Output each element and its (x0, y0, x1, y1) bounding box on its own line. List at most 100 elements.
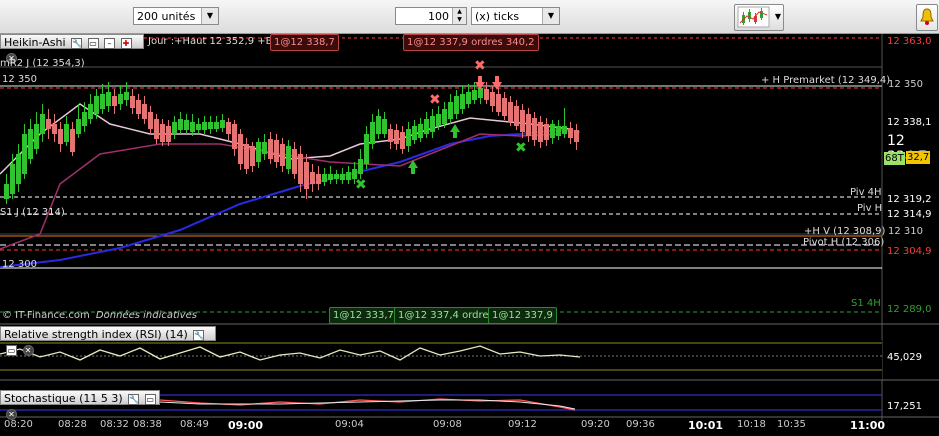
chevron-down-icon[interactable]: ▼ (775, 12, 781, 21)
support-price-tag: 12 304,9 (887, 246, 932, 257)
candle-body (466, 92, 471, 104)
indicator-label: mR2 J (12 354,3) (0, 58, 85, 69)
piv-4h-label: Piv 4H (850, 187, 882, 198)
rsi-panel-header: Relative strength index (RSI) (14) 🔧 ▭ ✕ (0, 326, 216, 356)
candle-body (460, 94, 465, 109)
candle-body (178, 119, 183, 130)
rsi-value: 45,029 (887, 352, 922, 363)
candle-body (298, 154, 303, 184)
panel-title: Heikin-Ashi (4, 36, 66, 49)
candle-body (112, 96, 117, 106)
maximize-icon[interactable]: ▭ (6, 344, 17, 356)
piv-4h-price-tag: 12 319,2 (887, 194, 932, 205)
buy-arrow-icon (450, 124, 460, 138)
candle-body (454, 96, 459, 114)
time-tick: 08:20 (4, 419, 33, 430)
candle-body (520, 110, 525, 132)
ticks-count-badge: 68T (884, 152, 905, 165)
candle-body (4, 184, 9, 199)
tick-mode-select[interactable]: (x) ticks ▼ (471, 7, 560, 25)
time-tick: 08:38 (133, 419, 162, 430)
time-tick: 08:32 (100, 419, 129, 430)
candle-body (442, 109, 447, 124)
candle-body (70, 129, 75, 152)
maximize-icon[interactable]: ▭ (87, 37, 99, 49)
piv-h-label: Piv H (857, 203, 883, 214)
time-tick: 09:04 (335, 419, 364, 430)
candle-body (346, 172, 351, 180)
candle-body (322, 174, 327, 182)
candle-body (142, 104, 147, 119)
price-tick: 12 350 (888, 79, 923, 90)
candle-body (184, 120, 189, 130)
candle-body (88, 104, 93, 119)
chevron-down-icon[interactable]: ▼ (201, 8, 218, 24)
alert-button[interactable] (916, 4, 938, 31)
premarket-label: + H Premarket (12 349,4) (761, 75, 891, 86)
toolbar: 200 unités ▼ 100 ▲ ▼ (x) ticks ▼ ▼ (0, 0, 939, 34)
candle-body (562, 126, 567, 134)
candle-body (394, 130, 399, 144)
time-tick: 09:12 (508, 419, 537, 430)
candle-body (226, 122, 231, 134)
candle-body (478, 88, 483, 98)
candle-body (244, 144, 249, 169)
sell-order-tag[interactable]: 1@12 337,9 ordres 340,2 (403, 34, 539, 51)
candle-body (34, 124, 39, 149)
candle-body (328, 174, 333, 180)
candle-body (406, 129, 411, 146)
candle-body (190, 122, 195, 132)
buy-signal-icon: ✖ (515, 140, 527, 156)
units-select-value: 200 unités (137, 10, 196, 23)
sell-order-tag[interactable]: 1@12 338,7 (270, 34, 339, 51)
maximize-icon[interactable]: ▭ (144, 393, 156, 405)
candle-body (574, 130, 579, 142)
stoch-d-line (159, 399, 576, 410)
buy-order-tag[interactable]: 1@12 337,4 ordres (394, 307, 498, 324)
candle-body (214, 122, 219, 129)
candle-body (160, 124, 165, 142)
candle-body (262, 142, 267, 154)
candle-body (118, 94, 123, 104)
minimize-icon[interactable]: – (104, 37, 116, 49)
candle-body (208, 122, 213, 129)
candle-body (436, 114, 441, 126)
candle-body (58, 129, 63, 144)
quantity-stepper[interactable]: 100 ▲ ▼ (395, 7, 467, 25)
candle-body (76, 119, 81, 134)
wrench-icon[interactable]: 🔧 (193, 329, 205, 341)
rsi-title: Relative strength index (RSI) (14) (4, 328, 188, 341)
chart-area[interactable]: ✖ ✖ ✖ ✖ Heikin-Ashi 🔧 ▭ – ✚ ✕ Jour :+Hau… (0, 34, 939, 436)
candle-body (40, 114, 45, 134)
wrench-icon[interactable]: 🔧 (71, 37, 83, 49)
main-chart-canvas[interactable]: ✖ ✖ ✖ ✖ (0, 34, 939, 436)
wrench-icon[interactable]: 🔧 (128, 393, 140, 405)
candle-body (52, 124, 57, 134)
candle-body (256, 142, 261, 162)
close-icon[interactable]: ✕ (6, 408, 17, 420)
candle-body (388, 129, 393, 142)
candle-body (82, 112, 87, 126)
candle-body (490, 92, 495, 106)
candle-body (292, 149, 297, 174)
candle-body (448, 102, 453, 119)
chevron-down-icon[interactable]: ▼ (542, 8, 559, 24)
price-tick: 12 310 (888, 226, 923, 237)
candle-body (382, 119, 387, 134)
quantity-value: 100 (428, 10, 449, 23)
close-icon[interactable]: ✕ (22, 344, 34, 356)
chart-type-button[interactable]: ▼ (734, 4, 784, 31)
candle-body (154, 119, 159, 139)
time-tick: 11:00 (850, 419, 886, 432)
candle-body (508, 102, 513, 122)
move-down-icon[interactable]: ✚ (120, 37, 132, 49)
candle-body (286, 146, 291, 169)
current-price-tag: 12 334,7 (887, 133, 927, 165)
candle-body (544, 124, 549, 140)
spin-arrows-icon[interactable]: ▲ ▼ (452, 8, 466, 24)
buy-order-tag[interactable]: 1@12 337,9 (488, 307, 557, 324)
buy-order-tag[interactable]: 1@12 333,7 (329, 307, 398, 324)
candle-body (376, 116, 381, 134)
units-select[interactable]: 200 unités ▼ (133, 7, 219, 25)
candle-body (172, 122, 177, 134)
